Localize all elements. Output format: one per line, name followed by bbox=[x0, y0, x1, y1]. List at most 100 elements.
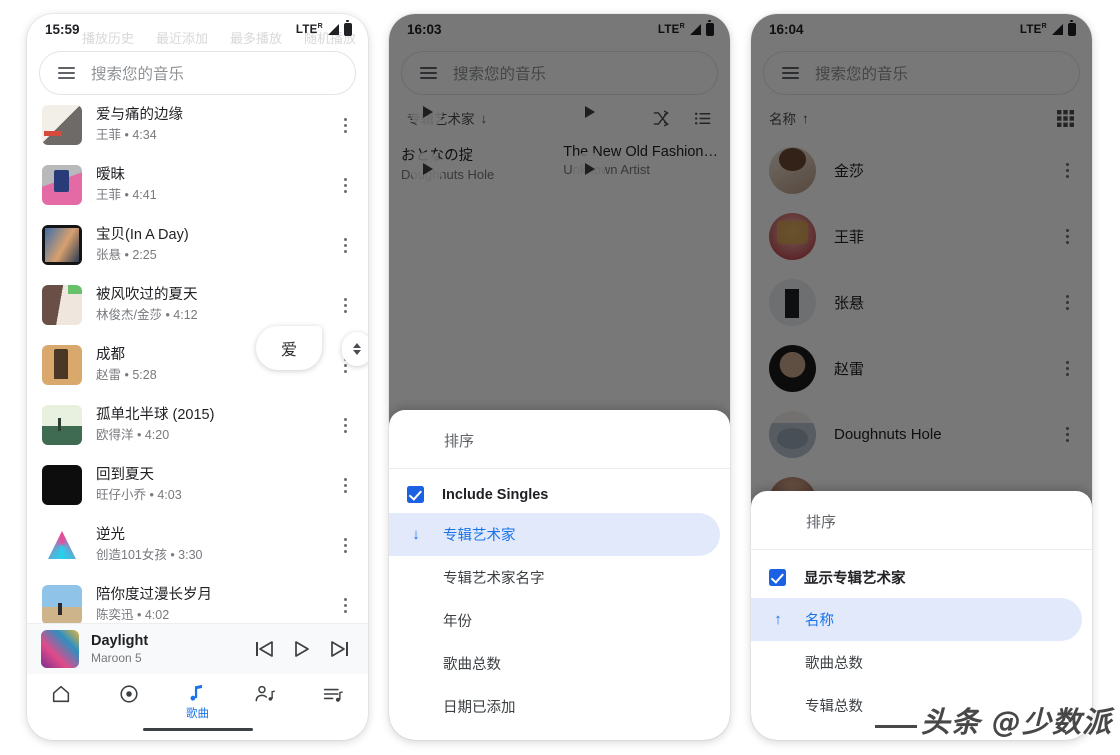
sort-direction-icon: ↑ bbox=[769, 611, 787, 628]
song-subtitle: 王菲 • 4:41 bbox=[96, 186, 322, 204]
song-meta: 回到夏天 旺仔小乔 • 4:03 bbox=[96, 466, 322, 504]
list-item[interactable]: 宝贝(In A Day) 张悬 • 2:25 bbox=[27, 215, 368, 275]
song-meta: 被风吹过的夏天 林俊杰/金莎 • 4:12 bbox=[96, 286, 322, 324]
song-subtitle: 陈奕迅 • 4:02 bbox=[96, 606, 322, 624]
overflow-menu-icon[interactable] bbox=[336, 115, 354, 135]
song-title: 暧昧 bbox=[96, 166, 322, 185]
phone-screenshot-artists: 16:04 LTER 搜索您的音乐 名称 ↑ bbox=[751, 14, 1092, 740]
signal-icon bbox=[327, 24, 340, 35]
chevron-up-icon bbox=[353, 343, 361, 348]
phone-screenshot-albums: 16:03 LTER 搜索您的音乐 专辑艺术家 ↓ bbox=[389, 14, 730, 740]
sheet-option[interactable]: ↓ 专辑艺术家 bbox=[389, 513, 720, 556]
sort-direction-icon: ↓ bbox=[407, 526, 425, 543]
list-item[interactable]: 回到夏天 旺仔小乔 • 4:03 bbox=[27, 455, 368, 515]
album-artwork bbox=[42, 285, 82, 325]
fast-scroll-thumb[interactable] bbox=[342, 332, 368, 366]
song-meta: 陪你度过漫长岁月 陈奕迅 • 4:02 bbox=[96, 586, 322, 624]
mini-player-controls[interactable] bbox=[254, 640, 354, 658]
phone2-screen: 16:03 LTER 搜索您的音乐 专辑艺术家 ↓ bbox=[389, 14, 730, 740]
sheet-checkbox-row[interactable]: 显示专辑艺术家 bbox=[751, 557, 1092, 598]
sidebar-item-home[interactable] bbox=[33, 683, 89, 705]
overflow-menu-icon[interactable] bbox=[336, 595, 354, 615]
overflow-menu-icon[interactable] bbox=[336, 475, 354, 495]
sheet-option[interactable]: 歌曲总数 bbox=[751, 641, 1092, 684]
list-item[interactable]: 逆光 创造101女孩 • 3:30 bbox=[27, 515, 368, 575]
watermark: 头条 @少数派 bbox=[875, 699, 1112, 741]
sheet-option[interactable]: 歌曲总数 bbox=[389, 642, 730, 685]
watermark-text: 头条 @少数派 bbox=[921, 705, 1112, 739]
phone3-screen: 16:04 LTER 搜索您的音乐 名称 ↑ bbox=[751, 14, 1092, 740]
song-subtitle: 创造101女孩 • 3:30 bbox=[96, 546, 322, 564]
play-icon[interactable] bbox=[293, 640, 311, 658]
nav-label-songs: 歌曲 bbox=[186, 705, 209, 721]
album-artwork bbox=[42, 345, 82, 385]
list-item[interactable]: 爱与痛的边缘 王菲 • 4:34 bbox=[27, 95, 368, 155]
song-title: 回到夏天 bbox=[96, 466, 322, 485]
song-title: 被风吹过的夏天 bbox=[96, 286, 322, 305]
checkbox-icon[interactable] bbox=[769, 569, 786, 586]
sidebar-item-playlists[interactable] bbox=[306, 683, 362, 705]
sheet-option-label: 专辑艺术家名字 bbox=[443, 567, 712, 588]
playlist-icon bbox=[322, 683, 345, 705]
album-disc-icon bbox=[118, 683, 140, 705]
sheet-body[interactable]: Include Singles ↓ 专辑艺术家 专辑艺术家名字 年份 歌曲总数 … bbox=[389, 469, 730, 740]
song-subtitle: 张悬 • 2:25 bbox=[96, 246, 322, 264]
sheet-option-label: 歌曲总数 bbox=[805, 652, 1074, 673]
album-artwork bbox=[42, 525, 82, 565]
overflow-menu-icon[interactable] bbox=[336, 535, 354, 555]
sidebar-item-albums[interactable] bbox=[101, 683, 157, 705]
chevron-down-icon bbox=[353, 350, 361, 355]
status-time: 15:59 bbox=[45, 22, 80, 37]
sheet-title: 排序 bbox=[389, 410, 730, 469]
menu-icon[interactable] bbox=[58, 67, 75, 80]
search-input[interactable]: 搜索您的音乐 bbox=[91, 62, 184, 84]
sheet-option[interactable]: 日期已添加 bbox=[389, 685, 730, 728]
mini-player-meta: Daylight Maroon 5 bbox=[91, 633, 242, 666]
overflow-menu-icon[interactable] bbox=[336, 235, 354, 255]
song-subtitle: 旺仔小乔 • 4:03 bbox=[96, 486, 322, 504]
sheet-option[interactable]: 专辑艺术家名字 bbox=[389, 556, 730, 599]
artist-icon bbox=[254, 683, 277, 705]
sheet-option[interactable]: 年份 bbox=[389, 599, 730, 642]
phone1-status-bar: 15:59 LTER bbox=[27, 14, 368, 44]
song-meta: 孤单北半球 (2015) 欧得洋 • 4:20 bbox=[96, 406, 322, 444]
song-list[interactable]: 爱与痛的边缘 王菲 • 4:34 暧昧 王菲 • 4:41 宝贝(In A Da… bbox=[27, 95, 368, 635]
sort-bottom-sheet[interactable]: 排序 Include Singles ↓ 专辑艺术家 专辑艺术家名字 年份 歌曲… bbox=[389, 410, 730, 740]
album-artwork bbox=[42, 405, 82, 445]
sheet-option-list[interactable]: ↓ 专辑艺术家 专辑艺术家名字 年份 歌曲总数 日期已添加 bbox=[389, 513, 730, 728]
screenshot-canvas: 播放历史 最近添加 最多播放 随机播放 15:59 LTER 搜索您的音乐 bbox=[0, 0, 1120, 755]
status-indicators: LTER bbox=[296, 23, 352, 36]
overflow-menu-icon[interactable] bbox=[336, 175, 354, 195]
overflow-menu-icon[interactable] bbox=[336, 295, 354, 315]
song-title: 爱与痛的边缘 bbox=[96, 106, 322, 125]
search-bar[interactable]: 搜索您的音乐 bbox=[39, 51, 356, 95]
music-note-icon bbox=[187, 683, 207, 703]
fast-scroll-letter: 爱 bbox=[281, 336, 297, 360]
album-artwork bbox=[42, 465, 82, 505]
album-artwork bbox=[42, 225, 82, 265]
sidebar-item-songs[interactable]: 歌曲 bbox=[169, 683, 225, 721]
checkbox-icon[interactable] bbox=[407, 486, 424, 503]
fast-scroll-bubble: 爱 bbox=[256, 326, 322, 370]
sidebar-item-artists[interactable] bbox=[238, 683, 294, 705]
song-title: 逆光 bbox=[96, 526, 322, 545]
mini-player-title: Daylight bbox=[91, 633, 242, 650]
overflow-menu-icon[interactable] bbox=[336, 415, 354, 435]
sheet-option-label: 年份 bbox=[443, 610, 712, 631]
sheet-option-label: 歌曲总数 bbox=[443, 653, 712, 674]
song-meta: 暧昧 王菲 • 4:41 bbox=[96, 166, 322, 204]
list-item[interactable]: 暧昧 王菲 • 4:41 bbox=[27, 155, 368, 215]
previous-icon[interactable] bbox=[254, 640, 274, 658]
sheet-checkbox-row[interactable]: Include Singles bbox=[389, 476, 730, 513]
list-item[interactable]: 孤单北半球 (2015) 欧得洋 • 4:20 bbox=[27, 395, 368, 455]
mini-player-artist: Maroon 5 bbox=[91, 650, 242, 666]
home-icon bbox=[50, 683, 72, 705]
song-title: 宝贝(In A Day) bbox=[96, 226, 322, 245]
sheet-option[interactable]: ↑ 名称 bbox=[751, 598, 1082, 641]
song-meta: 逆光 创造101女孩 • 3:30 bbox=[96, 526, 322, 564]
next-icon[interactable] bbox=[330, 640, 350, 658]
mini-player[interactable]: Daylight Maroon 5 bbox=[27, 623, 368, 674]
sheet-checkbox-label: Include Singles bbox=[442, 487, 548, 503]
sheet-option-label: 日期已添加 bbox=[443, 696, 712, 717]
album-artwork bbox=[42, 105, 82, 145]
